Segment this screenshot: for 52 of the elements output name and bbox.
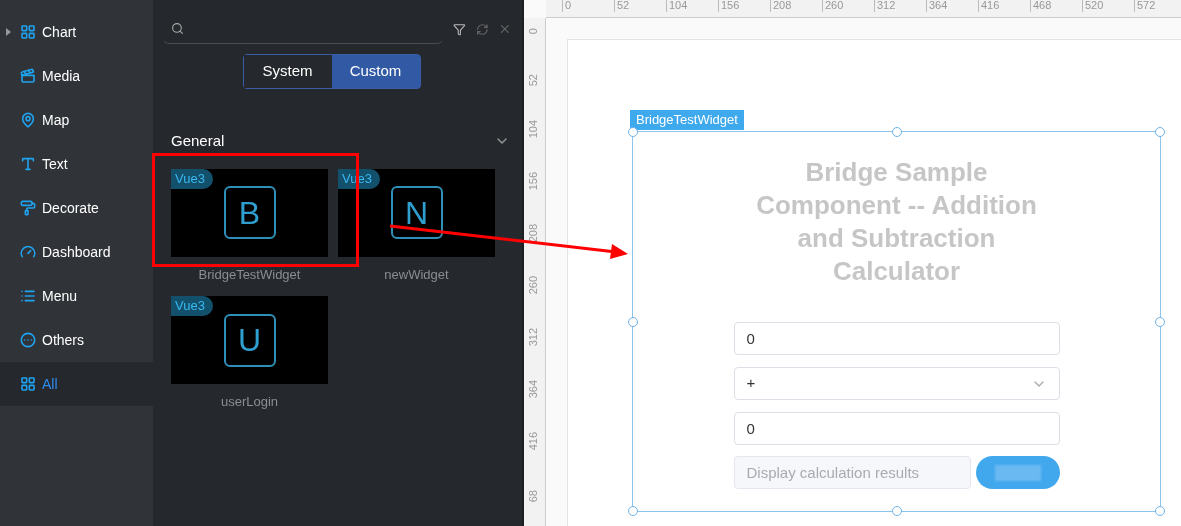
framework-badge: Vue3	[171, 296, 213, 316]
tab[interactable]: Custom	[331, 55, 420, 88]
sidebar-item[interactable]: Decorate	[0, 186, 153, 230]
refresh-icon[interactable]	[475, 22, 489, 36]
paint-roller-icon	[20, 200, 36, 216]
vertical-ruler: 0 52 104 156 208 260 312 364 416 68	[524, 18, 546, 526]
widget-name: newWidget	[384, 265, 449, 284]
horizontal-ruler: 0 52 104 156 208 260 312 364 416 468 520 572	[546, 0, 1181, 18]
letter-icon: B	[223, 186, 276, 239]
resize-handle[interactable]	[628, 316, 638, 327]
letter-icon: U	[223, 313, 276, 367]
filter-icon[interactable]	[453, 22, 466, 36]
gauge-icon	[20, 244, 36, 260]
sidebar-item[interactable]: Dashboard	[0, 230, 153, 274]
search-icon	[171, 22, 184, 35]
grid-icon	[20, 24, 36, 40]
list-icon	[20, 288, 36, 304]
text-icon	[20, 156, 36, 172]
widget-name: userLogin	[220, 393, 279, 411]
widget-tag: BridgeTestWidget	[630, 110, 744, 130]
framework-badge: Vue3	[171, 168, 213, 189]
number-input[interactable]: 0	[733, 412, 1060, 445]
ellipsis-icon	[20, 332, 36, 348]
map-pin-icon	[20, 112, 36, 128]
widget-name: BridgeTestWidget	[198, 265, 301, 284]
result-field[interactable]: Display calculation results	[733, 456, 971, 489]
resize-handle[interactable]	[1155, 127, 1165, 137]
resize-handle[interactable]	[891, 127, 902, 137]
calculator-title: Bridge Sample Component -- Addition and Subtraction Calculator	[755, 156, 1038, 288]
sidebar-item[interactable]: Chart	[0, 10, 153, 54]
close-icon[interactable]	[498, 22, 512, 36]
caret-icon	[6, 28, 11, 36]
sidebar-item[interactable]: Others	[0, 318, 153, 362]
resize-handle[interactable]	[628, 127, 638, 137]
sidebar-item[interactable]: All	[0, 362, 153, 406]
resize-handle[interactable]	[1155, 506, 1165, 516]
sidebar-item[interactable]: Media	[0, 54, 153, 98]
section-title: General	[171, 131, 225, 151]
sidebar-item[interactable]: Map	[0, 98, 153, 142]
resize-handle[interactable]	[891, 506, 902, 516]
clapperboard-icon	[20, 68, 36, 84]
letter-icon: N	[390, 186, 443, 239]
resize-handle[interactable]	[1155, 316, 1165, 327]
widget-thumbnail[interactable]: Vue3 U	[171, 296, 328, 384]
widget-thumbnail[interactable]: Vue3 B	[171, 168, 328, 257]
sidebar-item[interactable]: Text	[0, 142, 153, 186]
number-input[interactable]: 0	[733, 322, 1060, 355]
resize-handle[interactable]	[628, 506, 638, 516]
calculate-button[interactable]	[975, 456, 1060, 489]
operator-select[interactable]: +	[733, 367, 1060, 400]
grid-icon	[20, 376, 36, 392]
sidebar-item[interactable]: Menu	[0, 274, 153, 318]
